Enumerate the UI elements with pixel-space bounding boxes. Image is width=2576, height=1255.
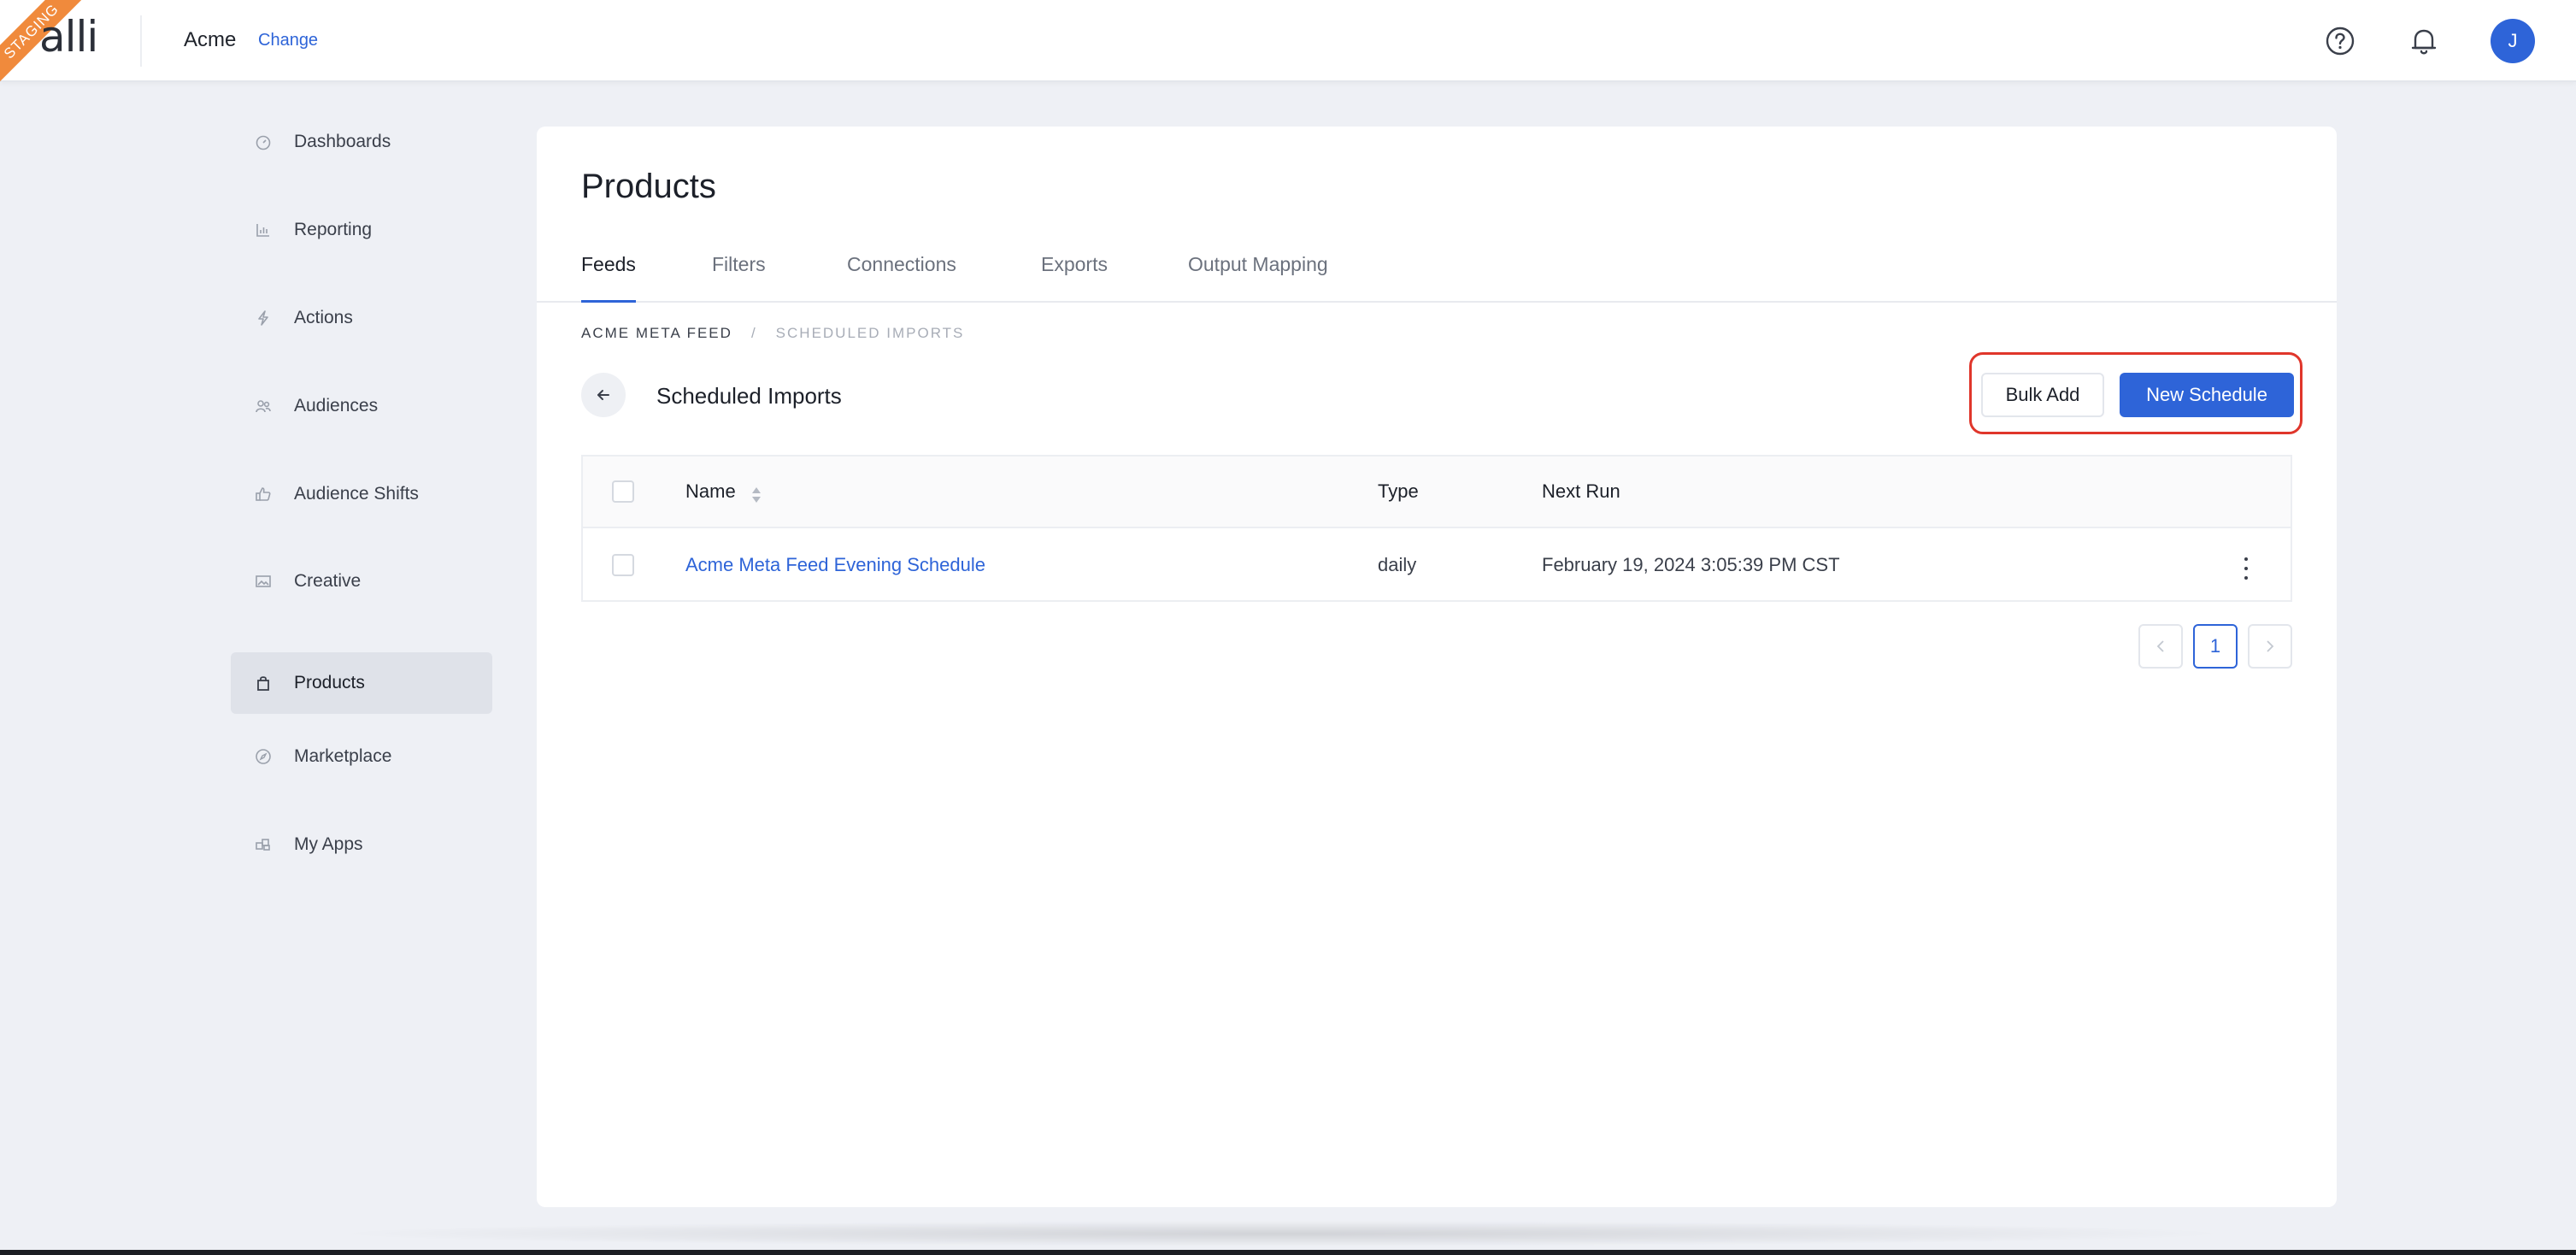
- breadcrumb-parent[interactable]: ACME META FEED: [581, 325, 732, 341]
- tab-bar: Feeds Filters Connections Exports Output…: [537, 246, 2337, 303]
- sort-icon[interactable]: [750, 486, 762, 504]
- scheduled-imports-table: Name Type Next Run Acme Meta Feed Evenin…: [581, 455, 2292, 602]
- sidebar-item-marketplace[interactable]: Marketplace: [231, 726, 492, 787]
- schedule-name-link[interactable]: Acme Meta Feed Evening Schedule: [685, 554, 985, 576]
- people-icon: [255, 398, 272, 415]
- bell-icon[interactable]: [2407, 24, 2441, 58]
- page-title: Products: [581, 168, 716, 205]
- new-schedule-button[interactable]: New Schedule: [2120, 373, 2294, 417]
- column-header-next-run: Next Run: [1542, 480, 1620, 502]
- window-bottom-edge: [0, 1250, 2576, 1255]
- pagination-next-button[interactable]: [2248, 624, 2292, 669]
- sidebar-item-label: Creative: [294, 571, 362, 591]
- table-row[interactable]: Acme Meta Feed Evening Schedule daily Fe…: [583, 530, 2291, 602]
- tab-connections[interactable]: Connections: [847, 246, 956, 303]
- row-actions-menu-icon[interactable]: [2238, 554, 2255, 583]
- sidebar-item-label: Reporting: [294, 220, 373, 239]
- pagination-page-button[interactable]: 1: [2193, 624, 2238, 669]
- help-circle-icon[interactable]: [2323, 24, 2357, 58]
- org-name: Acme: [184, 28, 237, 51]
- apps-icon: [255, 836, 272, 853]
- main-card: Products Feeds Filters Connections Expor…: [537, 127, 2337, 1207]
- table-header: Name Type Next Run: [583, 457, 2291, 528]
- sidebar-item-label: My Apps: [294, 834, 363, 854]
- sidebar-item-label: Dashboards: [294, 132, 391, 151]
- tab-feeds[interactable]: Feeds: [581, 246, 636, 303]
- image-icon: [255, 573, 272, 590]
- column-header-name[interactable]: Name: [685, 480, 736, 503]
- breadcrumb-separator: /: [750, 325, 757, 341]
- alli-logo[interactable]: alli: [39, 12, 98, 62]
- change-org-link[interactable]: Change: [258, 31, 318, 50]
- dashboard-gauge-icon: [255, 133, 272, 150]
- sidebar-item-my-apps[interactable]: My Apps: [231, 814, 492, 875]
- pagination-prev-button[interactable]: [2138, 624, 2183, 669]
- sidebar-item-reporting[interactable]: Reporting: [231, 199, 492, 261]
- sidebar-item-audiences[interactable]: Audiences: [231, 375, 492, 437]
- sidebar-item-dashboards[interactable]: Dashboards: [231, 111, 492, 173]
- sidebar-item-audience-shifts[interactable]: Audience Shifts: [231, 463, 492, 525]
- tab-exports[interactable]: Exports: [1041, 246, 1108, 303]
- sidebar-item-label: Actions: [294, 308, 353, 327]
- header-divider: [140, 15, 142, 67]
- sidebar-item-label: Products: [294, 673, 365, 692]
- schedule-next-run: February 19, 2024 3:05:39 PM CST: [1542, 554, 1840, 575]
- sidebar-item-actions[interactable]: Actions: [231, 287, 492, 349]
- tab-output-mapping[interactable]: Output Mapping: [1188, 246, 1328, 303]
- section-title: Scheduled Imports: [656, 383, 842, 409]
- chevron-left-icon: [2156, 640, 2164, 652]
- schedule-type: daily: [1378, 554, 1417, 575]
- sidebar-item-label: Marketplace: [294, 746, 392, 766]
- column-header-type: Type: [1378, 480, 1419, 502]
- breadcrumb-current: SCHEDULED IMPORTS: [775, 325, 965, 341]
- tab-filters[interactable]: Filters: [712, 246, 766, 303]
- back-button[interactable]: [581, 373, 626, 417]
- sidebar-item-products[interactable]: Products: [231, 652, 492, 714]
- breadcrumb: ACME META FEED / SCHEDULED IMPORTS: [581, 325, 964, 342]
- lightning-icon: [255, 309, 272, 327]
- select-all-checkbox[interactable]: [612, 480, 634, 503]
- shopping-bag-icon: [255, 675, 272, 692]
- user-avatar[interactable]: J: [2491, 19, 2535, 63]
- chevron-right-icon: [2267, 640, 2274, 652]
- bar-chart-icon: [255, 221, 272, 239]
- thumbs-up-icon: [255, 486, 272, 503]
- sidebar-item-label: Audiences: [294, 396, 379, 415]
- compass-icon: [255, 748, 272, 765]
- arrow-left-icon: [597, 390, 609, 400]
- bulk-add-button[interactable]: Bulk Add: [1981, 373, 2104, 417]
- row-checkbox[interactable]: [612, 554, 634, 576]
- top-bar: STAGING alli Acme Change J: [0, 0, 2576, 86]
- sidebar-item-creative[interactable]: Creative: [231, 551, 492, 612]
- bottom-shadow: [325, 1221, 2239, 1246]
- sidebar-item-label: Audience Shifts: [294, 484, 419, 504]
